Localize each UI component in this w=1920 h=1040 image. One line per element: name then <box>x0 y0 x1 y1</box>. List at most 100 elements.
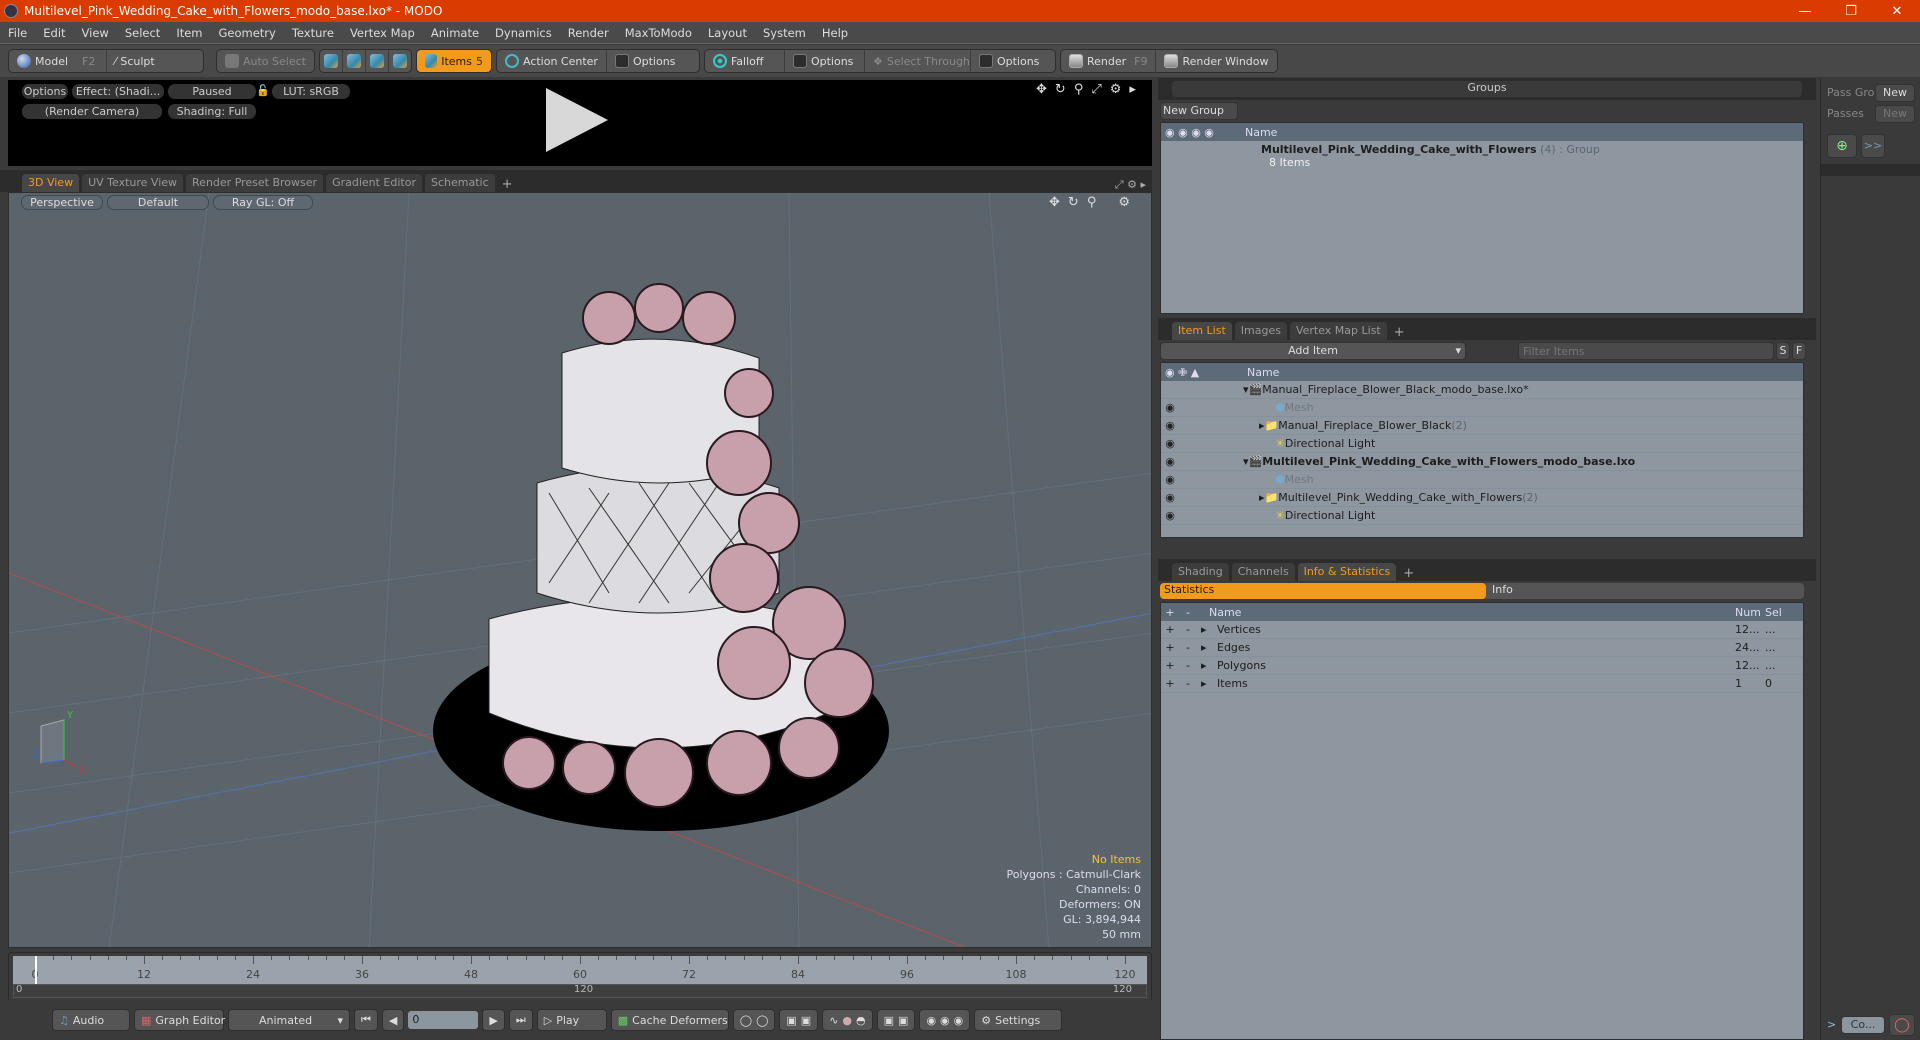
eye-icon[interactable]: ◉ <box>1161 455 1179 468</box>
effect-dropdown[interactable]: Effect: (Shadi... <box>72 84 164 99</box>
tab-vertex-map-list[interactable]: Vertex Map List <box>1289 322 1387 340</box>
animated-dropdown[interactable]: Animated ▾ <box>228 1009 350 1031</box>
remove-button[interactable]: - <box>1179 641 1197 654</box>
key-nav-group[interactable]: ▣ ▣ <box>779 1009 819 1031</box>
graph-editor-button[interactable]: ▦ Graph Editor <box>134 1009 225 1031</box>
name-column-header[interactable]: Name <box>1197 606 1735 619</box>
maximize-icon[interactable]: ⤢ <box>1115 178 1124 191</box>
expand-arrow-icon[interactable]: ▸ <box>1197 623 1217 636</box>
sel-column-header[interactable]: Sel <box>1765 606 1782 619</box>
expand-arrow-icon[interactable]: ▸ <box>1197 659 1217 672</box>
key-down-icon[interactable]: ◯ <box>756 1014 768 1027</box>
stat-row-vertices[interactable]: + - ▸ Vertices 12...... <box>1161 621 1803 639</box>
select-through-button[interactable]: ❖ Select Through <box>865 50 971 72</box>
3d-viewport[interactable]: Y X Z Perspective Default Ray GL: Off ✥ … <box>8 192 1152 948</box>
model-mode-button[interactable]: Model F2 <box>9 50 107 72</box>
add-tab-button[interactable]: + <box>498 177 517 192</box>
cache-deformers-button[interactable]: ▩ Cache Deformers <box>610 1009 729 1031</box>
tab-3d-view[interactable]: 3D View <box>22 174 80 192</box>
previous-frame-button[interactable]: ◀ <box>381 1009 405 1031</box>
curve-icon[interactable]: ∿ <box>829 1014 838 1027</box>
render-window-button[interactable]: Render Window <box>1156 50 1276 72</box>
lut-dropdown[interactable]: LUT: sRGB <box>272 84 350 99</box>
record-icon[interactable]: ● <box>842 1014 852 1027</box>
item-row[interactable]: ◉ ▸ 📁 Multilevel_Pink_Wedding_Cake_with_Flo… <box>1161 489 1803 507</box>
channel-icon-3[interactable]: ◉ <box>954 1014 964 1027</box>
menu-item[interactable]: Item <box>168 26 210 40</box>
key-range-group[interactable]: ▣ ▣ <box>876 1009 916 1031</box>
paused-button[interactable]: Paused <box>168 84 256 99</box>
rotate-icon[interactable]: ↻ <box>1068 195 1079 210</box>
gear-icon[interactable]: ⚙ <box>1110 82 1122 97</box>
play-button[interactable]: ▷ Play <box>536 1009 607 1031</box>
channel-icon-1[interactable]: ◉ <box>926 1014 936 1027</box>
polygons-mode-button[interactable] <box>366 50 389 72</box>
settings-button[interactable]: ⚙ Settings <box>974 1009 1063 1031</box>
menu-file[interactable]: File <box>0 26 35 40</box>
eye-icon[interactable]: ◉ <box>1161 491 1179 504</box>
edges-mode-button[interactable] <box>343 50 366 72</box>
render-button[interactable]: Render F9 <box>1061 50 1157 72</box>
key-range-start-icon[interactable]: ▣ <box>884 1014 894 1027</box>
go-to-end-button[interactable]: ⏭ <box>508 1009 533 1031</box>
restore-button[interactable]: ❐ <box>1828 4 1874 19</box>
next-frame-button[interactable]: ▶ <box>482 1009 505 1031</box>
menu-system[interactable]: System <box>755 26 814 40</box>
add-tab-button[interactable]: + <box>1399 566 1418 581</box>
group-row[interactable]: Multilevel_Pink_Wedding_Cake_with_Flower… <box>1161 141 1803 169</box>
name-column-header[interactable]: Name <box>1245 126 1277 139</box>
stat-row-items[interactable]: + - ▸ Items 1 0 <box>1161 675 1803 693</box>
tab-channels[interactable]: Channels <box>1231 563 1295 581</box>
tab-images[interactable]: Images <box>1234 322 1287 340</box>
add-button[interactable]: + <box>1161 641 1179 654</box>
pan-icon[interactable]: ✥ <box>1036 82 1047 97</box>
add-button[interactable]: + <box>1161 623 1179 636</box>
minimize-button[interactable]: — <box>1782 4 1828 19</box>
add-button[interactable]: + <box>1161 659 1179 672</box>
expand-arrow-icon[interactable]: ▸ <box>1197 677 1217 690</box>
eye-icon[interactable]: ◉ <box>1161 509 1179 522</box>
playhead[interactable] <box>35 956 37 984</box>
raygl-dropdown[interactable]: Ray GL: Off <box>213 195 313 210</box>
vertices-mode-button[interactable] <box>320 50 343 72</box>
arrow-right-icon[interactable]: ▸ <box>1129 82 1136 97</box>
add-tab-button[interactable]: + <box>1390 325 1409 340</box>
f-button[interactable]: F <box>1792 342 1806 360</box>
filter-items-input[interactable] <box>1518 342 1774 360</box>
menu-geometry[interactable]: Geometry <box>211 26 284 40</box>
next-key-icon[interactable]: ▣ <box>801 1014 811 1027</box>
subtab-info[interactable]: Info <box>1486 583 1513 599</box>
menu-maxtomodo[interactable]: MaxToModo <box>617 26 700 40</box>
sculpt-mode-button[interactable]: ⁄ Sculpt <box>107 50 204 72</box>
tab-uv-texture-view[interactable]: UV Texture View <box>82 174 184 192</box>
action-center-options-button[interactable]: Options <box>607 50 699 72</box>
tab-item-list[interactable]: Item List <box>1172 322 1232 340</box>
s-button[interactable]: S <box>1776 342 1790 360</box>
audio-button[interactable]: ♫ Audio <box>52 1009 130 1031</box>
menu-view[interactable]: View <box>74 26 117 40</box>
item-row[interactable]: ▾ 🎬 Manual_Fireplace_Blower_Black_modo_bas… <box>1161 381 1803 399</box>
expand-arrow-icon[interactable]: ▸ <box>1197 641 1217 654</box>
auto-select-button[interactable]: Auto Select <box>217 50 314 72</box>
forward-icon[interactable]: >> <box>1861 134 1885 158</box>
falloff-options-button[interactable]: Options <box>785 50 865 72</box>
go-to-start-button[interactable]: ⏮ <box>354 1009 378 1031</box>
key-up-icon[interactable]: ◯ <box>740 1014 752 1027</box>
materials-mode-button[interactable] <box>389 50 411 72</box>
falloff-button[interactable]: Falloff <box>705 50 785 72</box>
key-range-end-icon[interactable]: ▣ <box>898 1014 908 1027</box>
menu-render[interactable]: Render <box>560 26 617 40</box>
tab-schematic[interactable]: Schematic <box>425 174 495 192</box>
new-group-button[interactable]: New Group <box>1160 102 1238 120</box>
timeline-range-bar[interactable]: 0 120 120 <box>13 984 1147 998</box>
record-macro-icon[interactable]: ◯ <box>1889 1014 1915 1036</box>
item-row[interactable]: ◉ ☀ Directional Light <box>1161 435 1803 453</box>
items-mode-button[interactable]: Items 5 <box>416 50 491 72</box>
item-row[interactable]: ◉ ⬢ Mesh <box>1161 399 1803 417</box>
item-row[interactable]: ◉ ▾ 🎬 Multilevel_Pink_Wedding_Cake_with_Flo… <box>1161 453 1803 471</box>
add-button[interactable]: + <box>1161 677 1179 690</box>
timeline-ruler[interactable]: 01224364860728496108120 <box>13 956 1147 984</box>
subtab-statistics[interactable]: Statistics <box>1160 583 1486 599</box>
item-row[interactable]: ◉ ▸ 📁 Manual_Fireplace_Blower_Black (2) <box>1161 417 1803 435</box>
action-center-button[interactable]: Action Center <box>497 50 607 72</box>
